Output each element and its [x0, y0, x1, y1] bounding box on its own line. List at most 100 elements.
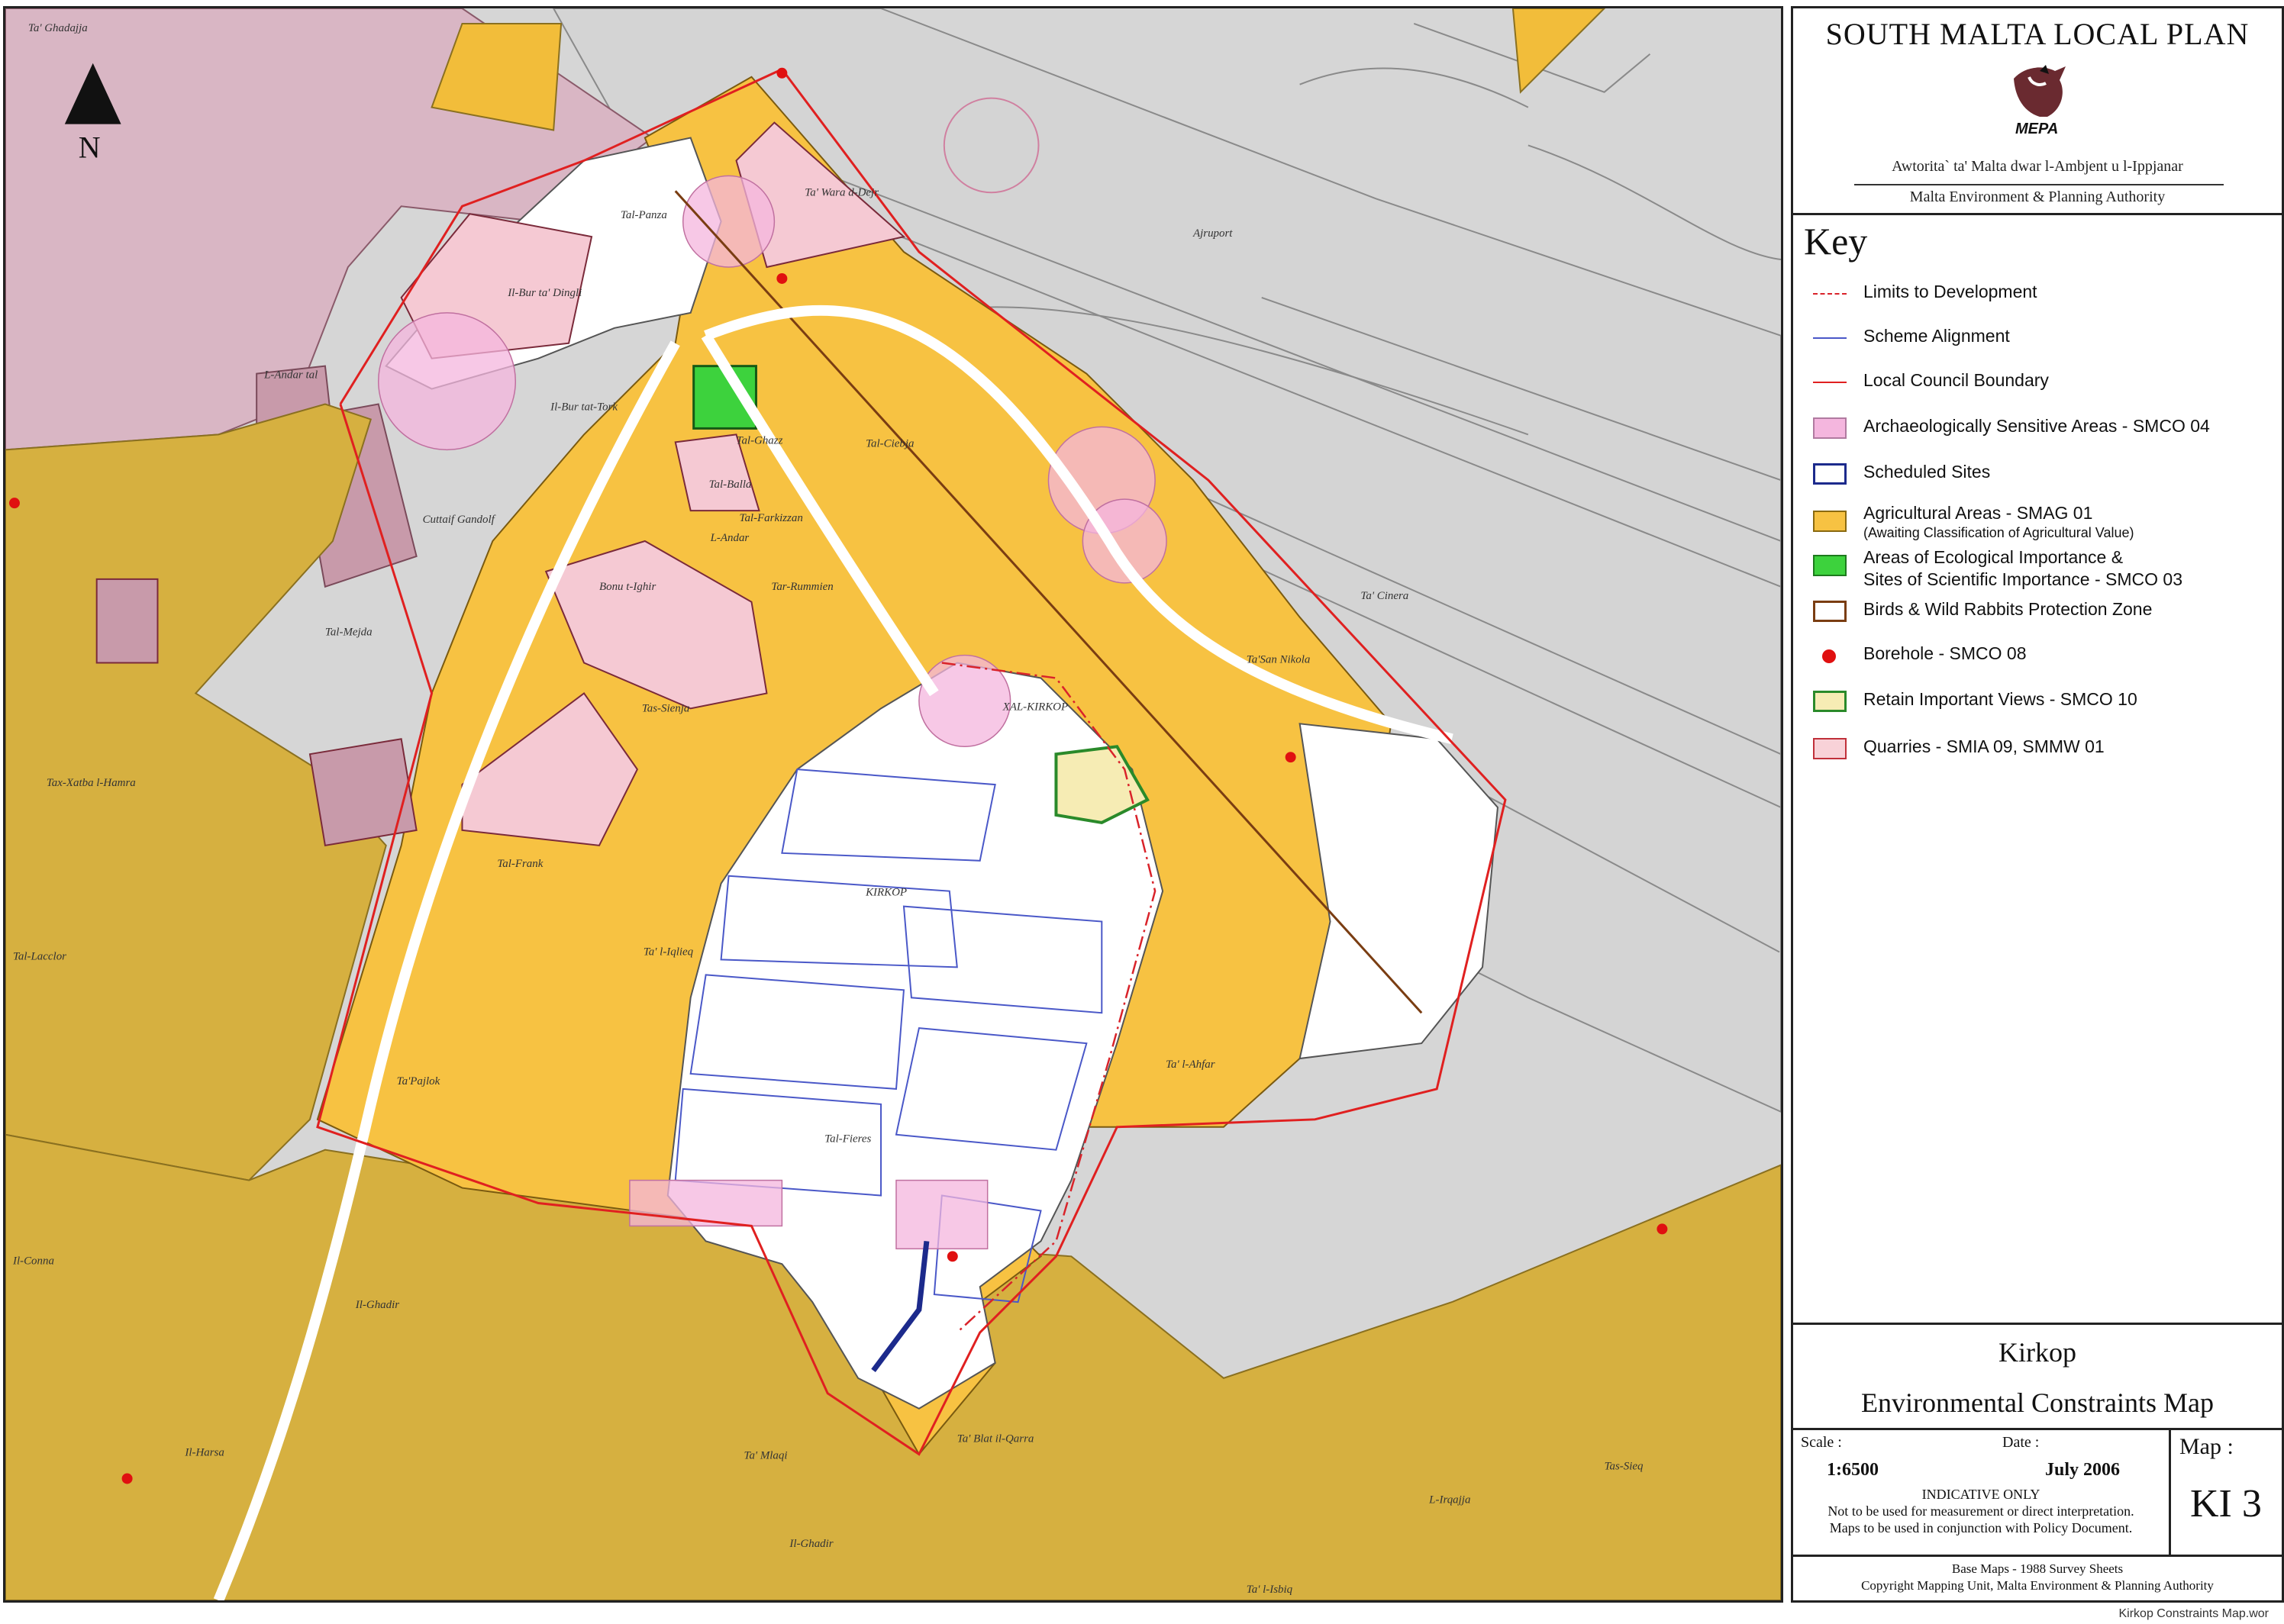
place-label: Ta' l-Ahfar	[1166, 1058, 1215, 1071]
place-label: Il-Bur tat-Tork	[550, 401, 618, 413]
logo-text: MEPA	[2015, 121, 2058, 137]
plan-title: SOUTH MALTA LOCAL PLAN	[1825, 17, 2250, 51]
place-label: Tax-Xatba l-Hamra	[47, 777, 136, 789]
place-label: Tal-Frank	[497, 858, 543, 870]
scale-label: Scale :	[1801, 1434, 1842, 1451]
key-item-agricultural-areas: Agricultural Areas - SMAG 01 (Awaiting C…	[1793, 503, 2282, 546]
map-name-title: Environmental Constraints Map	[1861, 1387, 2214, 1418]
key-title: Key	[1804, 220, 1868, 263]
orange-swatch-icon	[1813, 511, 1847, 532]
key-item-label: Archaeologically Sensitive Areas - SMCO …	[1863, 416, 2210, 436]
red-dot-icon	[1822, 649, 1836, 663]
note-line-2: Maps to be used in conjunction with Poli…	[1829, 1520, 2133, 1535]
key-item-scheduled-sites: Scheduled Sites	[1793, 459, 2282, 489]
key-item-sublabel: Sites of Scientific Importance - SMCO 03	[1863, 569, 2182, 589]
place-label: Tal-Farkizzan	[740, 512, 803, 524]
place-label: Il-Ghadir	[789, 1538, 833, 1550]
place-label: Tal-Panza	[621, 209, 667, 221]
pink-swatch-icon	[1813, 417, 1847, 439]
place-label: Tal-Balla	[709, 478, 752, 491]
dash-dot-line-icon	[1813, 293, 1847, 295]
key-item-limits-to-development: Limits to Development	[1793, 279, 2282, 309]
place-label: L-Andar tal	[263, 369, 318, 382]
indicative-note: INDICATIVE ONLY Not to be used for measu…	[1793, 1486, 2169, 1536]
map-label: Map :	[2179, 1434, 2234, 1459]
brown-outline-swatch-icon	[1813, 601, 1847, 622]
key-item-label: Quarries - SMIA 09, SMMW 01	[1863, 736, 2105, 756]
place-label: L-Irqajja	[1428, 1494, 1470, 1506]
authority-divider	[1854, 184, 2224, 185]
footer-base-maps: Base Maps - 1988 Survey Sheets	[1951, 1561, 2124, 1576]
key-item-local-council-boundary: Local Council Boundary	[1793, 367, 2282, 398]
note-line-1: Not to be used for measurement or direct…	[1828, 1503, 2134, 1519]
view-swatch-icon	[1813, 691, 1847, 712]
north-label: N	[79, 130, 101, 164]
place-label: Ta' l-Isbiq	[1247, 1584, 1293, 1596]
blue-line-icon	[1813, 337, 1847, 339]
footer-copyright: Copyright Mapping Unit, Malta Environmen…	[1861, 1578, 2214, 1593]
place-label: Tas-Sienja	[642, 702, 690, 714]
place-label: Cuttaif Gandolf	[423, 514, 496, 526]
place-label: Bonu t-Ighir	[599, 581, 656, 593]
green-swatch-icon	[1813, 555, 1847, 576]
date-value: July 2006	[2045, 1460, 2121, 1480]
key-item-label: Scheme Alignment	[1863, 326, 2010, 346]
header-divider	[1793, 213, 2282, 215]
key-item-retain-important-views: Retain Important Views - SMCO 10	[1793, 686, 2282, 717]
place-label: XAL-KIRKOP	[1002, 701, 1068, 713]
scale-value: 1:6500	[1827, 1460, 1879, 1480]
key-item-label: Local Council Boundary	[1863, 370, 2049, 390]
place-label: Tal-Fieres	[824, 1133, 871, 1146]
title-divider	[1793, 1323, 2282, 1325]
place-label: Tas-Sieq	[1605, 1460, 1644, 1472]
footer-divider	[1793, 1555, 2282, 1557]
place-label: KIRKOP	[865, 887, 907, 899]
key-item-label-group: Agricultural Areas - SMAG 01 (Awaiting C…	[1863, 503, 2134, 541]
place-label: Tal-Ghazz	[737, 434, 783, 446]
key-item-label: Scheduled Sites	[1863, 462, 1991, 482]
key-item-label: Retain Important Views - SMCO 10	[1863, 689, 2137, 709]
place-label: Ta'Pajlok	[397, 1075, 440, 1088]
place-label: L-Andar	[710, 532, 750, 544]
info-divider	[1793, 1428, 2282, 1430]
key-item-borehole: Borehole - SMCO 08	[1793, 640, 2282, 671]
key-item-sublabel: (Awaiting Classification of Agricultural…	[1863, 525, 2134, 540]
place-label: Il-Conna	[12, 1255, 54, 1267]
authority-name-maltese: Awtorita` ta' Malta dwar l-Ambjent u l-I…	[1892, 158, 2183, 175]
place-label: Ta' Cinera	[1360, 590, 1408, 602]
note-heading: INDICATIVE ONLY	[1921, 1487, 2040, 1502]
key-item-quarries: Quarries - SMIA 09, SMMW 01	[1793, 733, 2282, 764]
key-item-label: Areas of Ecological Importance &	[1863, 547, 2124, 567]
authority-name-english: Malta Environment & Planning Authority	[1909, 188, 2166, 205]
key-item-label: Limits to Development	[1863, 282, 2037, 301]
place-label: Ta'San Nikola	[1247, 654, 1311, 666]
key-item-birds-protection-zone: Birds & Wild Rabbits Protection Zone	[1793, 596, 2282, 627]
place-label: Tal-Lacclor	[13, 950, 66, 962]
key-item-archaeological-areas: Archaeologically Sensitive Areas - SMCO …	[1793, 413, 2282, 443]
key-item-scheme-alignment: Scheme Alignment	[1793, 323, 2282, 353]
place-label: Ta' Mlaqi	[744, 1450, 788, 1462]
map-frame[interactable]: N Ta' Ghadajja Tal-Panza Ta' Wara d-Dejr…	[3, 6, 1783, 1603]
blue-outline-swatch-icon	[1813, 463, 1847, 485]
key-item-ecological-importance: Areas of Ecological Importance & Sites o…	[1793, 547, 2282, 590]
place-label: Il-Ghadir	[355, 1299, 399, 1311]
mepa-logo: MEPA	[2009, 63, 2070, 138]
side-panel: SOUTH MALTA LOCAL PLAN MEPA Awtorita` ta…	[1791, 6, 2284, 1603]
map-code-separator	[2169, 1428, 2171, 1555]
place-label: Tar-Rummien	[771, 581, 833, 593]
quarry-swatch-icon	[1813, 738, 1847, 759]
place-label: Tal-Mejda	[325, 627, 373, 639]
map-code: KI 3	[2190, 1482, 2262, 1526]
key-item-label-group: Areas of Ecological Importance & Sites o…	[1863, 547, 2182, 590]
place-label: Ta' Blat il-Qarra	[957, 1433, 1034, 1445]
place-label: Ta' l-Iqlieq	[644, 946, 694, 958]
red-line-icon	[1813, 382, 1847, 383]
place-label: Ajruport	[1192, 227, 1233, 240]
key-item-label: Agricultural Areas - SMAG 01	[1863, 503, 2093, 523]
place-label: Ta' Ghadajja	[28, 22, 88, 34]
constraints-map[interactable]: N Ta' Ghadajja Tal-Panza Ta' Wara d-Dejr…	[5, 8, 1781, 1600]
mepa-logo-icon: MEPA	[2014, 65, 2066, 137]
place-label: Il-Bur ta' Dingli	[507, 287, 582, 299]
place-label: Ta' Wara d-Dejr	[805, 186, 879, 198]
locality-title: Kirkop	[1999, 1337, 2076, 1368]
